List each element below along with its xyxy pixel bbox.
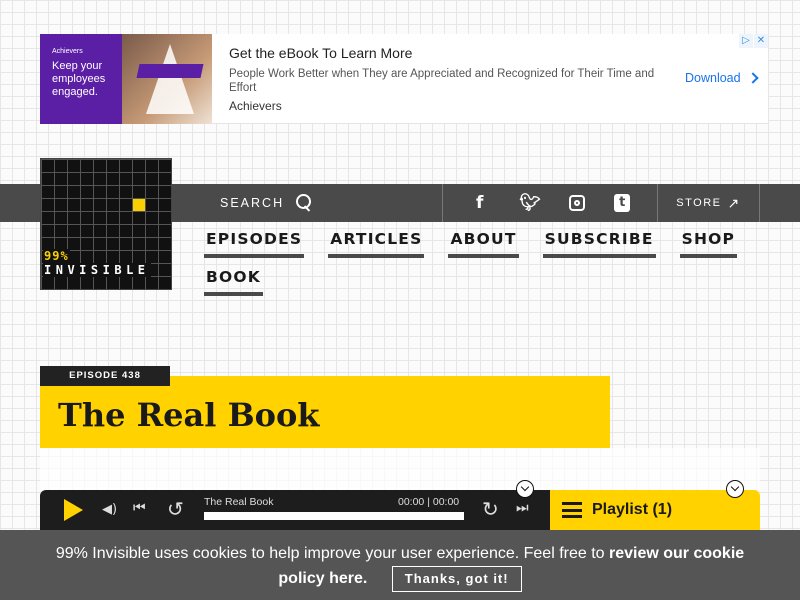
next-track-icon[interactable]: ⏭ (516, 500, 529, 516)
episode-label: EPISODE 438 (40, 366, 170, 386)
adchoices-icon[interactable]: ▷ (739, 34, 753, 48)
twitter-icon[interactable]: 🐦︎ (519, 193, 541, 213)
nav-item-book[interactable]: BOOK (204, 266, 263, 296)
main-nav: EPISODES ARTICLES ABOUT SUBSCRIBE SHOP B… (204, 228, 764, 296)
logo-dot (133, 199, 145, 211)
playlist-label: Playlist (1) (592, 501, 673, 518)
ad-controls: ▷ ✕ (739, 34, 768, 48)
current-time: 00:00 (398, 496, 425, 508)
audio-player: ◀) ⏮ ↺ The Real Book 00:00 | 00:00 ↻ ⏭ (40, 490, 550, 530)
ad-logo-bar (136, 64, 204, 78)
search-label: SEARCH (220, 196, 285, 210)
chevron-right-icon (746, 72, 759, 84)
volume-icon[interactable]: ◀) (102, 502, 117, 517)
cookie-accept-button[interactable]: Thanks, got it! (391, 566, 522, 592)
ad-tagline: Keep your employees engaged. (52, 60, 106, 98)
ad-download-label: Download (685, 71, 741, 85)
progress-bar[interactable] (204, 512, 464, 520)
close-icon[interactable]: ✕ (754, 34, 768, 48)
nav-item-subscribe[interactable]: SUBSCRIBE (542, 228, 656, 258)
fast-forward-icon[interactable]: ↻ (482, 497, 499, 521)
ad-description: People Work Better when They are Appreci… (229, 68, 655, 94)
track-title: The Real Book (204, 496, 274, 508)
ad-banner[interactable]: Achievers Keep your employees engaged. G… (40, 34, 768, 124)
duration: 00:00 (432, 496, 460, 508)
content-area (40, 448, 760, 490)
rewind-icon[interactable]: ↺ (167, 497, 184, 521)
previous-track-icon[interactable]: ⏮ (133, 500, 146, 516)
nav-item-shop[interactable]: SHOP (679, 228, 738, 258)
ad-image[interactable]: Achievers Keep your employees engaged. (40, 34, 212, 124)
logo-name: INVISIBLE (43, 263, 151, 277)
episode-title-box: The Real Book (40, 376, 610, 448)
play-icon[interactable] (64, 499, 83, 521)
search-button[interactable]: SEARCH (220, 194, 312, 212)
track-time: 00:00 | 00:00 (398, 496, 459, 508)
ad-title[interactable]: Get the eBook To Learn More (229, 45, 412, 61)
ad-advertiser: Achievers (229, 99, 282, 113)
ad-brand: Achievers (52, 48, 83, 55)
episode-title: The Real Book (58, 396, 320, 434)
collapse-player-icon[interactable] (516, 480, 534, 498)
nav-item-about[interactable]: ABOUT (448, 228, 519, 258)
site-logo[interactable]: 99% INVISIBLE (40, 158, 172, 290)
search-icon (294, 194, 312, 212)
facebook-icon[interactable]: f (470, 193, 490, 213)
arrow-up-right-icon: ↗ (727, 194, 741, 211)
social-links: f 🐦︎ t (442, 184, 658, 222)
nav-item-articles[interactable]: ARTICLES (328, 228, 425, 258)
tumblr-icon[interactable]: t (614, 194, 631, 212)
store-link[interactable]: STORE ↗ (658, 184, 760, 222)
cookie-message: 99% Invisible uses cookies to help impro… (40, 542, 760, 592)
collapse-playlist-icon[interactable] (726, 480, 744, 498)
store-label: STORE (676, 197, 722, 209)
nav-item-episodes[interactable]: EPISODES (204, 228, 305, 258)
ad-download-button[interactable]: Download (685, 71, 759, 85)
instagram-icon[interactable] (568, 195, 585, 211)
cookie-text: 99% Invisible uses cookies to help impro… (55, 545, 609, 562)
logo-percent: 99% (43, 249, 70, 263)
cookie-banner: 99% Invisible uses cookies to help impro… (0, 530, 800, 600)
ad-logo-shape (146, 44, 194, 114)
list-icon (562, 502, 582, 518)
